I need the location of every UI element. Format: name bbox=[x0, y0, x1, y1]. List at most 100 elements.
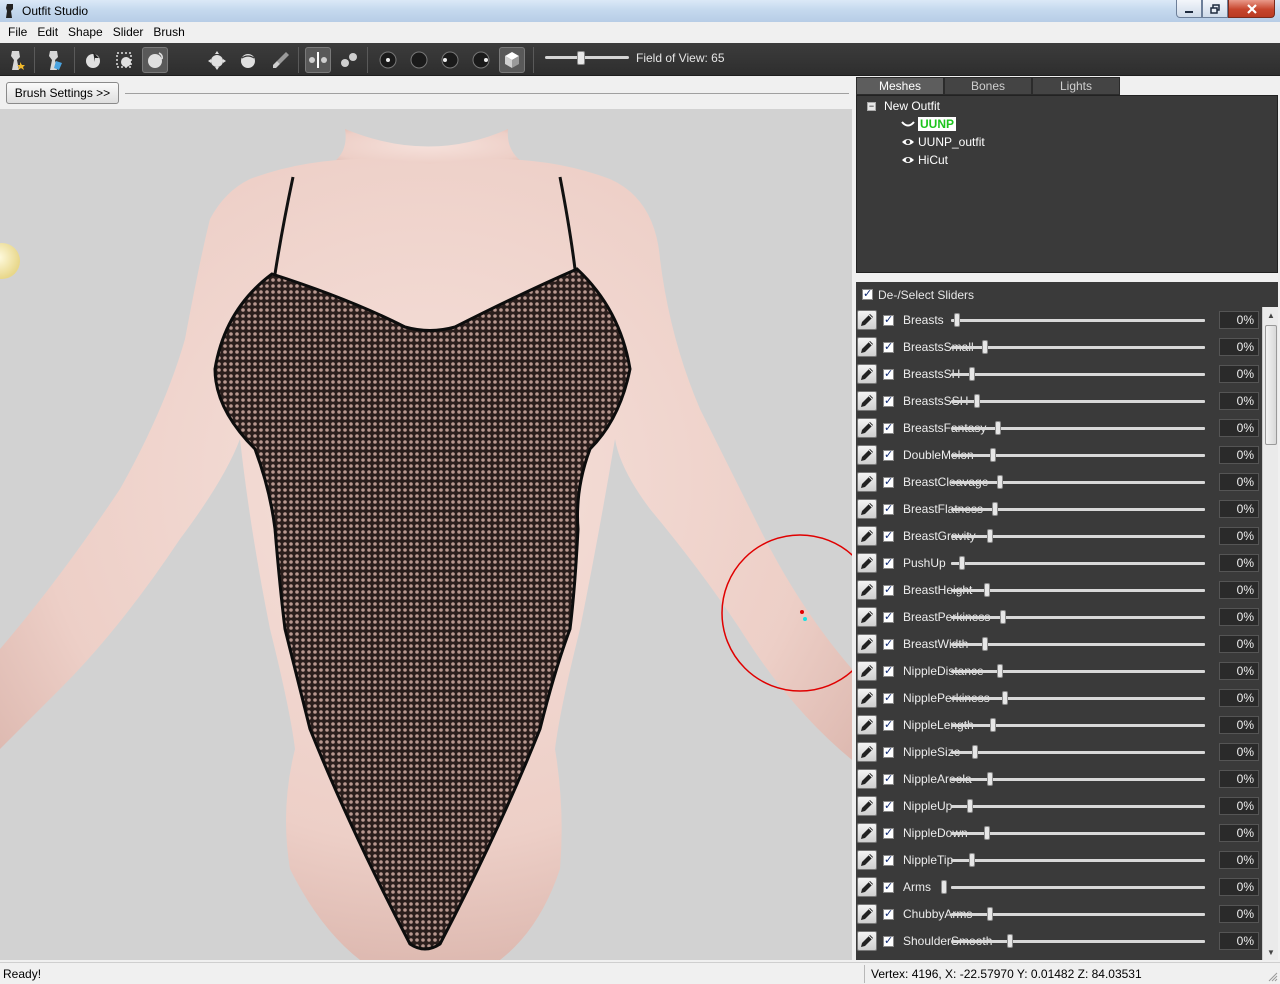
slider-checkbox[interactable] bbox=[883, 556, 894, 569]
slider-value-field[interactable]: 0% bbox=[1219, 500, 1259, 518]
slider-value-field[interactable]: 0% bbox=[1219, 716, 1259, 734]
slider-track[interactable] bbox=[951, 670, 1205, 673]
edit-slider-button[interactable] bbox=[857, 553, 877, 573]
slider-thumb[interactable] bbox=[966, 799, 973, 813]
slider-value-field[interactable]: 0% bbox=[1219, 878, 1259, 896]
perspective-button[interactable] bbox=[499, 47, 525, 73]
slider-thumb[interactable] bbox=[984, 583, 991, 597]
slider-thumb[interactable] bbox=[997, 475, 1004, 489]
slider-checkbox[interactable] bbox=[883, 799, 894, 812]
edit-slider-button[interactable] bbox=[857, 850, 877, 870]
slider-track[interactable] bbox=[951, 643, 1205, 646]
slider-thumb[interactable] bbox=[997, 664, 1004, 678]
slider-checkbox[interactable] bbox=[883, 664, 894, 677]
edit-slider-button[interactable] bbox=[857, 310, 877, 330]
mask-brush-button[interactable] bbox=[111, 47, 137, 73]
slider-value-field[interactable]: 0% bbox=[1219, 770, 1259, 788]
slider-track[interactable] bbox=[951, 346, 1205, 349]
edit-slider-button[interactable] bbox=[857, 472, 877, 492]
eye-icon[interactable] bbox=[901, 155, 915, 165]
edit-slider-button[interactable] bbox=[857, 769, 877, 789]
slider-track[interactable] bbox=[951, 940, 1205, 943]
scroll-down-arrow-icon[interactable]: ▼ bbox=[1263, 944, 1279, 960]
edit-slider-button[interactable] bbox=[857, 715, 877, 735]
slider-value-field[interactable]: 0% bbox=[1219, 932, 1259, 950]
select-brush-button[interactable] bbox=[80, 47, 106, 73]
edit-slider-button[interactable] bbox=[857, 688, 877, 708]
slider-checkbox[interactable] bbox=[883, 772, 894, 785]
edit-slider-button[interactable] bbox=[857, 418, 877, 438]
minimize-button[interactable] bbox=[1176, 0, 1202, 18]
slider-value-field[interactable]: 0% bbox=[1219, 797, 1259, 815]
edit-slider-button[interactable] bbox=[857, 580, 877, 600]
slider-thumb[interactable] bbox=[959, 556, 966, 570]
slider-value-field[interactable]: 0% bbox=[1219, 419, 1259, 437]
view-back-button[interactable] bbox=[406, 47, 432, 73]
slider-checkbox[interactable] bbox=[883, 367, 894, 380]
tree-root[interactable]: − New Outfit bbox=[867, 98, 940, 114]
slider-checkbox[interactable] bbox=[883, 907, 894, 920]
slider-thumb[interactable] bbox=[971, 745, 978, 759]
edit-slider-button[interactable] bbox=[857, 823, 877, 843]
slider-track[interactable] bbox=[951, 373, 1205, 376]
slider-track[interactable] bbox=[951, 616, 1205, 619]
collapse-icon[interactable]: − bbox=[867, 101, 876, 111]
slider-checkbox[interactable] bbox=[883, 745, 894, 758]
edit-slider-button[interactable] bbox=[857, 634, 877, 654]
slider-value-field[interactable]: 0% bbox=[1219, 473, 1259, 491]
slider-thumb[interactable] bbox=[989, 448, 996, 462]
slider-checkbox[interactable] bbox=[883, 421, 894, 434]
fov-slider-track[interactable] bbox=[545, 56, 629, 59]
slider-track[interactable] bbox=[951, 697, 1205, 700]
view-right-button[interactable] bbox=[468, 47, 494, 73]
brush-settings-button[interactable]: Brush Settings >> bbox=[6, 82, 119, 104]
slider-checkbox[interactable] bbox=[883, 583, 894, 596]
slider-checkbox[interactable] bbox=[883, 718, 894, 731]
slider-track[interactable] bbox=[951, 859, 1205, 862]
slider-thumb[interactable] bbox=[969, 853, 976, 867]
edit-slider-button[interactable] bbox=[857, 904, 877, 924]
x-mirror-button[interactable] bbox=[305, 47, 331, 73]
slider-thumb[interactable] bbox=[992, 502, 999, 516]
slider-value-field[interactable]: 0% bbox=[1219, 581, 1259, 599]
panel-splitter[interactable] bbox=[852, 274, 1280, 279]
slider-checkbox[interactable] bbox=[883, 880, 894, 893]
menu-shape[interactable]: Shape bbox=[63, 25, 108, 39]
slider-value-field[interactable]: 0% bbox=[1219, 905, 1259, 923]
slider-value-field[interactable]: 0% bbox=[1219, 554, 1259, 572]
slider-list-scrollbar[interactable]: ▲ ▼ bbox=[1262, 307, 1278, 960]
tab-meshes[interactable]: Meshes bbox=[856, 77, 944, 95]
slider-track[interactable] bbox=[951, 427, 1205, 430]
tree-item-uunp-outfit[interactable]: UUNP_outfit bbox=[901, 134, 985, 150]
view-front-button[interactable] bbox=[375, 47, 401, 73]
slider-track[interactable] bbox=[951, 886, 1205, 889]
slider-value-field[interactable]: 0% bbox=[1219, 446, 1259, 464]
move-brush-button[interactable] bbox=[204, 47, 230, 73]
slider-checkbox[interactable] bbox=[883, 934, 894, 947]
menu-brush[interactable]: Brush bbox=[148, 25, 189, 39]
slider-value-field[interactable]: 0% bbox=[1219, 851, 1259, 869]
menu-edit[interactable]: Edit bbox=[32, 25, 63, 39]
model-render[interactable] bbox=[0, 109, 852, 960]
slider-value-field[interactable]: 0% bbox=[1219, 743, 1259, 761]
slider-checkbox[interactable] bbox=[883, 313, 894, 326]
menu-file[interactable]: File bbox=[3, 25, 32, 39]
edit-slider-button[interactable] bbox=[857, 931, 877, 951]
slider-checkbox[interactable] bbox=[883, 637, 894, 650]
weight-brush-button[interactable] bbox=[268, 47, 294, 73]
slider-value-field[interactable]: 0% bbox=[1219, 392, 1259, 410]
tab-lights[interactable]: Lights bbox=[1032, 77, 1120, 95]
slider-value-field[interactable]: 0% bbox=[1219, 689, 1259, 707]
slider-thumb[interactable] bbox=[1002, 691, 1009, 705]
slider-checkbox[interactable] bbox=[883, 691, 894, 704]
slider-thumb[interactable] bbox=[981, 340, 988, 354]
view-left-button[interactable] bbox=[437, 47, 463, 73]
edit-slider-button[interactable] bbox=[857, 526, 877, 546]
slider-track[interactable] bbox=[951, 508, 1205, 511]
slider-thumb[interactable] bbox=[974, 394, 981, 408]
inflate-brush-button[interactable] bbox=[142, 47, 168, 73]
load-outfit-button[interactable] bbox=[42, 47, 68, 73]
edit-slider-button[interactable] bbox=[857, 499, 877, 519]
scroll-up-arrow-icon[interactable]: ▲ bbox=[1263, 307, 1279, 323]
connected-only-button[interactable] bbox=[336, 47, 362, 73]
